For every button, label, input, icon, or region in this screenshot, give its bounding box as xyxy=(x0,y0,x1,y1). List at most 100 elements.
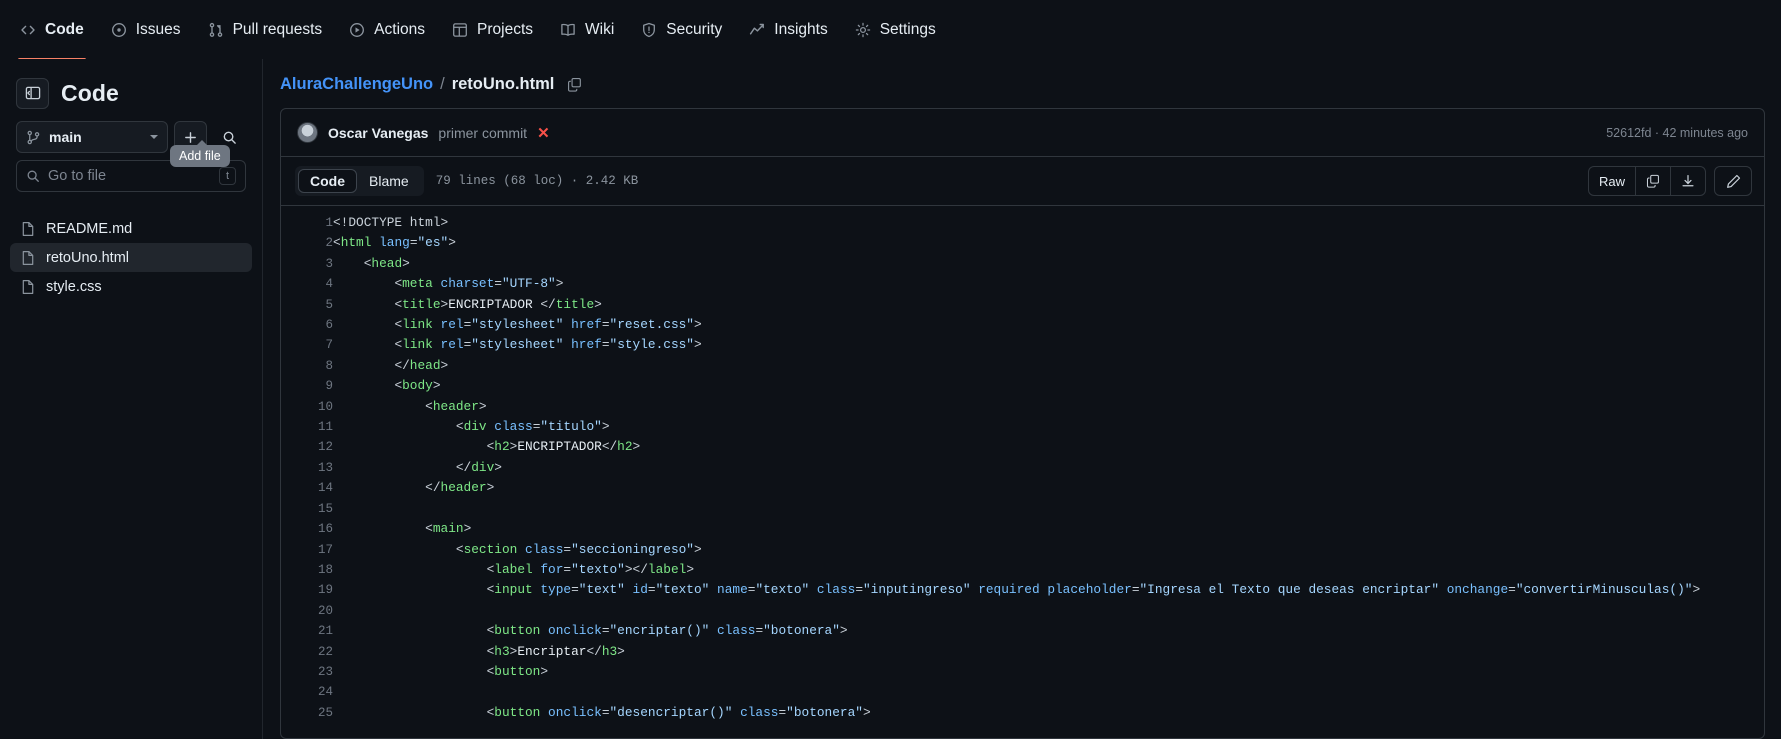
raw-button[interactable]: Raw xyxy=(1589,167,1636,195)
toolbar-actions: Raw xyxy=(1587,166,1752,196)
breadcrumb-repo[interactable]: AluraChallengeUno xyxy=(280,75,433,94)
avatar xyxy=(297,122,318,143)
raw-copy-download-group: Raw xyxy=(1587,166,1706,196)
file-list-item-label: style.css xyxy=(46,278,102,295)
code-line: 1 <!DOCTYPE html> xyxy=(281,213,1764,233)
code-line: 12 <h2>ENCRIPTADOR</h2> xyxy=(281,437,1764,457)
line-content xyxy=(333,601,1764,621)
line-number[interactable]: 21 xyxy=(281,621,333,641)
code-line: 11 <div class="titulo"> xyxy=(281,417,1764,437)
line-number[interactable]: 12 xyxy=(281,437,333,457)
line-number[interactable]: 1 xyxy=(281,213,333,233)
edit-file-button[interactable] xyxy=(1714,166,1752,196)
code-viewer[interactable]: 1 <!DOCTYPE html> 2 <html lang="es"> 3 <head… xyxy=(281,206,1764,738)
line-number[interactable]: 2 xyxy=(281,233,333,253)
line-number[interactable]: 4 xyxy=(281,274,333,294)
tab-blame[interactable]: Blame xyxy=(357,169,421,193)
commit-bar: Oscar Vanegas primer commit ✕ 52612fd · … xyxy=(281,109,1764,157)
file-icon xyxy=(20,279,36,295)
code-line: 16 <main> xyxy=(281,519,1764,539)
code-line: 20 xyxy=(281,601,1764,621)
code-line: 6 <link rel="stylesheet" href="reset.css… xyxy=(281,315,1764,335)
line-content: <main> xyxy=(425,521,472,537)
repo-nav-label: Actions xyxy=(374,20,426,38)
commit-author[interactable]: Oscar Vanegas xyxy=(328,125,428,141)
line-number[interactable]: 10 xyxy=(281,397,333,417)
line-number[interactable]: 8 xyxy=(281,356,333,376)
line-number[interactable]: 20 xyxy=(281,601,333,621)
file-list: README.md retoUno.html style.css xyxy=(10,214,252,301)
line-content: <div class="titulo"> xyxy=(455,419,610,435)
x-status-icon[interactable]: ✕ xyxy=(537,124,550,142)
repo-nav-item-security[interactable]: Security xyxy=(629,15,734,45)
line-number[interactable]: 3 xyxy=(281,254,333,274)
line-content: </div> xyxy=(455,459,502,475)
line-number[interactable]: 16 xyxy=(281,519,333,539)
line-content: <head> xyxy=(363,255,410,271)
breadcrumb: AluraChallengeUno / retoUno.html xyxy=(263,59,1781,108)
gear-icon xyxy=(855,22,871,38)
file-icon xyxy=(20,250,36,266)
code-line: 7 <link rel="stylesheet" href="style.css… xyxy=(281,335,1764,355)
file-meta-text: 79 lines (68 loc) · 2.42 KB xyxy=(435,174,639,188)
sidebar-title: Code xyxy=(61,79,119,106)
line-content: <meta charset="UTF-8"> xyxy=(394,276,564,292)
code-sidebar: Code main Go to file t Add file README.m… xyxy=(0,59,263,739)
line-number[interactable]: 15 xyxy=(281,499,333,519)
repo-nav-label: Wiki xyxy=(585,20,615,38)
file-toolbar: Code Blame 79 lines (68 loc) · 2.42 KB Ra… xyxy=(281,157,1764,206)
line-number[interactable]: 7 xyxy=(281,335,333,355)
line-content: <button> xyxy=(486,663,549,679)
branch-selector[interactable]: main xyxy=(16,121,168,153)
line-number[interactable]: 25 xyxy=(281,703,333,723)
commit-message[interactable]: primer commit xyxy=(438,125,527,141)
code-table: 1 <!DOCTYPE html> 2 <html lang="es"> 3 <head… xyxy=(281,213,1764,723)
line-number[interactable]: 5 xyxy=(281,295,333,315)
line-number[interactable]: 17 xyxy=(281,540,333,560)
sidebar-collapse-icon[interactable] xyxy=(16,77,49,109)
repo-nav-item-projects[interactable]: Projects xyxy=(440,15,545,45)
repo-nav-item-wiki[interactable]: Wiki xyxy=(548,15,626,45)
line-content: <header> xyxy=(425,398,487,414)
commit-meta[interactable]: 52612fd · 42 minutes ago xyxy=(1606,126,1748,140)
repo-nav-item-pull-requests[interactable]: Pull requests xyxy=(196,15,335,45)
line-number[interactable]: 24 xyxy=(281,682,333,702)
line-number[interactable]: 14 xyxy=(281,478,333,498)
tab-code[interactable]: Code xyxy=(298,169,357,193)
repo-nav-item-code[interactable]: Code xyxy=(8,15,96,61)
repo-nav-label: Insights xyxy=(774,20,828,38)
file-list-item[interactable]: README.md xyxy=(10,214,252,243)
line-content: <link rel="stylesheet" href="reset.css"> xyxy=(394,317,702,333)
repo-nav-item-issues[interactable]: Issues xyxy=(99,15,193,45)
code-line: 14 </header> xyxy=(281,478,1764,498)
graph-icon xyxy=(749,22,765,38)
line-number[interactable]: 6 xyxy=(281,315,333,335)
breadcrumb-file: retoUno.html xyxy=(451,75,555,93)
code-line: 22 <h3>Encriptar</h3> xyxy=(281,642,1764,662)
code-line: 10 <header> xyxy=(281,397,1764,417)
search-icon xyxy=(26,169,40,183)
line-number[interactable]: 9 xyxy=(281,376,333,396)
line-number[interactable]: 23 xyxy=(281,662,333,682)
line-number[interactable]: 22 xyxy=(281,642,333,662)
line-number[interactable]: 18 xyxy=(281,560,333,580)
repo-nav-item-settings[interactable]: Settings xyxy=(843,15,948,45)
copy-path-icon[interactable] xyxy=(567,77,582,92)
copy-icon[interactable] xyxy=(1636,167,1671,195)
file-list-item[interactable]: style.css xyxy=(10,272,252,301)
download-icon[interactable] xyxy=(1671,167,1705,195)
repo-nav-item-insights[interactable]: Insights xyxy=(737,15,839,45)
code-line: 8 </head> xyxy=(281,356,1764,376)
code-line: 25 <button onclick="desencriptar()" clas… xyxy=(281,703,1764,723)
code-line: 23 <button> xyxy=(281,662,1764,682)
line-number[interactable]: 13 xyxy=(281,458,333,478)
line-number[interactable]: 11 xyxy=(281,417,333,437)
page-body: Code main Go to file t Add file README.m… xyxy=(0,59,1781,739)
line-number[interactable]: 19 xyxy=(281,580,333,600)
repo-nav-item-actions[interactable]: Actions xyxy=(337,15,437,45)
file-list-item[interactable]: retoUno.html xyxy=(10,243,252,272)
repo-nav-label: Pull requests xyxy=(232,20,323,38)
play-icon xyxy=(349,22,365,38)
line-content xyxy=(333,499,1764,519)
code-line: 15 xyxy=(281,499,1764,519)
